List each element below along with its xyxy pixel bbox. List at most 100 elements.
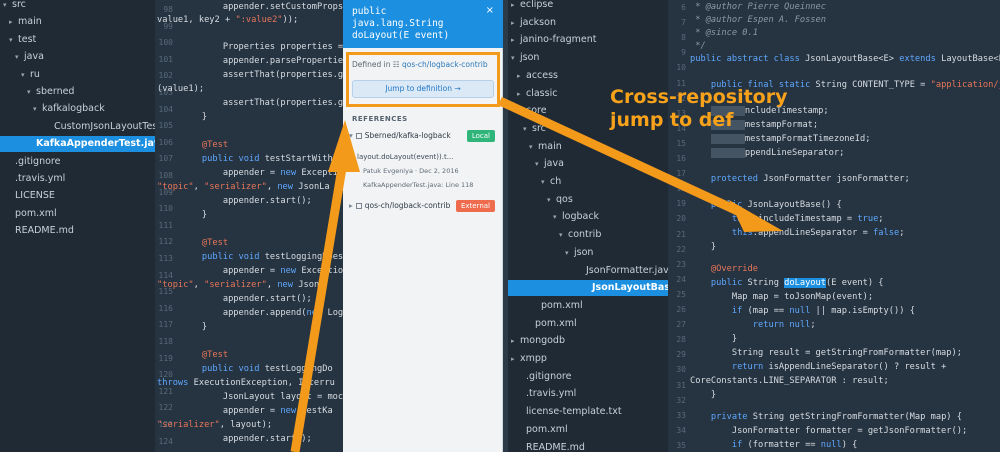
code-line: } <box>181 112 208 122</box>
reference-file[interactable]: KafkaAppenderTest.java: Line 118 <box>363 181 473 189</box>
tree-item-label: .travis.yml <box>15 173 66 184</box>
tree-item-label: pom.xml <box>535 317 577 329</box>
annotation-line-2: jump to def <box>610 109 734 131</box>
tree-item[interactable]: ▾ main <box>508 139 668 155</box>
line-number: 33 <box>676 410 686 420</box>
tree-item[interactable]: ▾ logback <box>508 209 668 225</box>
tree-item[interactable]: JsonLayoutBase.j... <box>508 280 668 297</box>
line-number: 15 <box>676 138 686 148</box>
tree-item-label: README.md <box>526 441 585 452</box>
tree-item[interactable]: ▾ json <box>508 50 668 66</box>
chevron-down-icon: ▾ <box>541 178 545 186</box>
code-line: appender.append(new Log <box>181 308 344 318</box>
left-file-tree: ▾ src ▸ main ▾ test ▾ java ▾ ru ▾ sberned ▾ kafkalogb… <box>0 0 155 452</box>
tree-item[interactable]: JsonFormatter.java <box>508 263 668 279</box>
tree-item[interactable]: ▸ main <box>0 14 155 30</box>
tree-item[interactable]: pom.xml <box>0 206 155 222</box>
tree-item[interactable]: KafkaAppenderTest.java <box>0 136 155 153</box>
code-line: "topic", "serializer", new JsonLa <box>157 182 330 192</box>
tree-item-label: test <box>18 33 37 45</box>
signature-modifier: public <box>352 6 387 17</box>
tree-item-label: xmpp <box>520 353 547 364</box>
tree-item[interactable]: ▸ access <box>508 68 668 84</box>
tree-item[interactable]: ▾ ru <box>0 67 155 83</box>
tree-item[interactable]: ▾ sberned <box>0 84 155 100</box>
tree-item-label: qos <box>556 193 573 205</box>
tree-item-label: ru <box>30 68 40 80</box>
reference-repo-external[interactable]: ▸ qos-ch/logback-contrib External <box>349 198 497 214</box>
reference-repo-local[interactable]: ▾ Sberned/kafka-logback Local <box>349 128 497 144</box>
chevron-down-icon: ▾ <box>559 231 563 240</box>
code-line: throws ExecutionException, Interru <box>157 378 335 388</box>
tree-item[interactable]: pom.xml <box>508 422 668 438</box>
line-number: 20 <box>676 214 686 224</box>
chevron-down-icon: ▾ <box>547 195 551 204</box>
tree-item[interactable]: pom.xml <box>508 316 668 332</box>
tree-item[interactable]: .gitignore <box>0 154 155 170</box>
tree-item[interactable]: pom.xml <box>508 298 668 314</box>
code-line: Properties properties = ne <box>181 42 345 52</box>
close-icon[interactable]: × <box>486 5 494 16</box>
tree-item[interactable]: ▾ ch <box>508 174 668 190</box>
tree-item[interactable]: ▸ xmpp <box>508 351 668 367</box>
annotation-line-1: Cross-repository <box>610 86 788 108</box>
line-number: 32 <box>676 395 686 405</box>
signature-return-type: java.lang.String <box>352 18 444 29</box>
tree-item[interactable]: .gitignore <box>508 369 668 385</box>
code-line: appender.start(); <box>181 434 312 444</box>
reference-repo-name: qos-ch/logback-contrib <box>364 201 451 210</box>
tree-item[interactable]: ▾ src <box>0 0 155 13</box>
tree-item[interactable]: ▸ jackson <box>508 15 668 31</box>
tree-item[interactable]: .travis.yml <box>0 171 155 187</box>
line-number: 30 <box>676 365 686 375</box>
tree-item[interactable]: LICENSE <box>0 188 155 204</box>
chevron-down-icon: ▾ <box>15 53 19 62</box>
tree-item[interactable]: ▾ contrib <box>508 227 668 243</box>
code-line: appender = new Exceptiona <box>181 266 345 276</box>
code-line: * @author Espen A. Fossen <box>695 15 826 25</box>
chevron-right-icon: ▸ <box>511 355 515 363</box>
tree-item[interactable]: ▸ mongodb <box>508 333 668 349</box>
tree-item[interactable]: README.md <box>508 440 668 452</box>
reference-code-snippet[interactable]: layout.doLayout(event)).t... <box>357 153 453 161</box>
code-line: appender.start(); <box>181 294 312 304</box>
tree-item[interactable]: ▾ test <box>0 32 155 48</box>
tree-item-label: README.md <box>15 225 74 237</box>
line-number: 18 <box>676 184 686 194</box>
chevron-down-icon: ▾ <box>9 35 13 44</box>
code-line: } <box>690 390 717 400</box>
line-number: 22 <box>676 244 686 254</box>
line-number: 124 <box>158 436 173 446</box>
tree-item[interactable]: ▾ java <box>508 156 668 172</box>
code-line: value1, key2 + ":value2")); <box>157 15 299 25</box>
tree-item[interactable]: ▾ kafkalogback <box>0 101 155 117</box>
tree-item[interactable]: license-template.txt <box>508 404 668 420</box>
code-line: * @since 0.1 <box>695 28 758 38</box>
code-line: if (map == null || map.isEmpty()) { <box>731 306 915 316</box>
right-code-editor[interactable]: 6 7 8 9 10 11 12 13 14 15 16 17 18 19 20 21 22 23 24 25 26 27… <box>668 0 1000 452</box>
repo-icon <box>355 133 362 139</box>
tree-item[interactable]: CustomJsonLayoutTest.j... <box>0 119 155 135</box>
left-code-editor[interactable]: 98 99 100 101 102 103 104 105 106 107 108 109 110 111… <box>155 0 345 452</box>
code-line: appender = new TestKa <box>181 406 333 416</box>
tree-item-label: contrib <box>568 229 602 241</box>
chevron-down-icon: ▾ <box>535 160 539 169</box>
line-number: 26 <box>676 305 686 314</box>
tree-item[interactable]: ▾ json <box>508 245 668 261</box>
tree-item[interactable]: .travis.yml <box>508 386 668 402</box>
tree-item[interactable]: README.md <box>0 223 155 239</box>
tree-item[interactable]: ▸ janino-fragment <box>508 32 668 48</box>
tree-item[interactable]: ▾ qos <box>508 192 668 208</box>
tree-item-label: jackson <box>520 16 556 28</box>
tree-item-label: access <box>526 69 559 81</box>
line-number: 31 <box>676 380 686 390</box>
tree-item-label: pom.xml <box>15 207 57 219</box>
tree-item-label: KafkaAppenderTest.java <box>36 138 155 150</box>
reference-author: Patuk Evgeniya · Dec 2, 2016 <box>363 167 459 175</box>
chevron-down-icon: ▾ <box>3 1 7 9</box>
tree-item[interactable]: ▸ eclipse <box>508 0 668 13</box>
line-number: 107 <box>158 154 173 164</box>
line-number: 113 <box>158 254 173 263</box>
tree-item[interactable]: ▾ java <box>0 49 155 65</box>
line-number: 25 <box>676 289 686 299</box>
